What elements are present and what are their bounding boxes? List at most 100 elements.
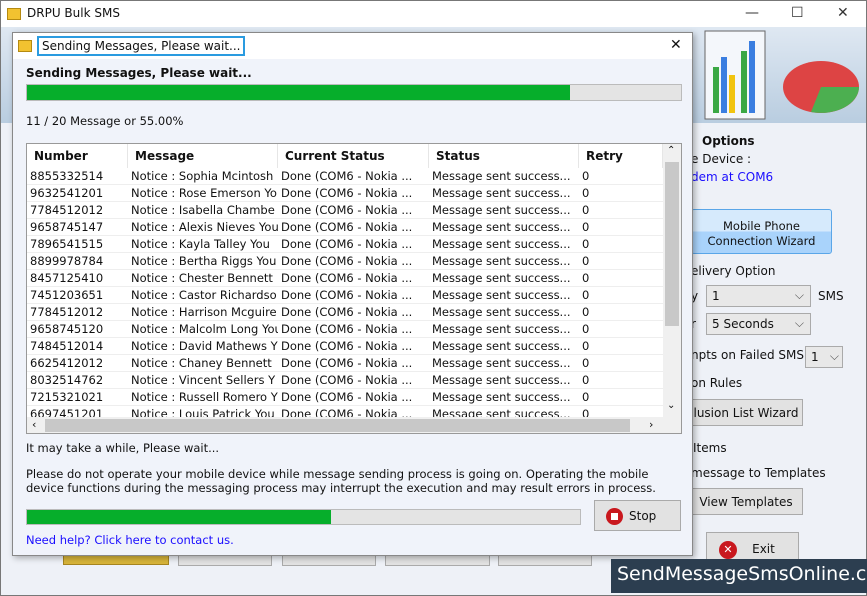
chevron-down-icon: ⌵ [794,316,804,330]
message-progress-bar [26,509,581,525]
table-row[interactable]: 8032514762 Notice : Vincent Sellers Y Done… [27,372,663,389]
cell-current-status: Done (COM6 - Nokia ... [281,305,413,319]
minimize-button[interactable]: — [745,5,759,21]
cell-retry: 0 [582,237,590,251]
cell-number: 8899978784 [30,254,104,268]
dialog-title: Sending Messages, Please wait... [37,36,246,56]
maximize-button[interactable]: ☐ [791,5,804,21]
cell-retry: 0 [582,322,590,336]
column-status[interactable]: Status [429,144,579,168]
delay-value: 5 Seconds [712,317,774,331]
cell-message: Notice : Bertha Riggs You [131,254,277,268]
view-templates-button[interactable]: View Templates [689,488,803,515]
column-message[interactable]: Message [128,144,278,168]
table-row[interactable]: 9658745120 Notice : Malcolm Long You Done … [27,321,663,338]
sms-count-select[interactable]: 1 ⌵ [706,285,811,307]
table-row[interactable]: 8899978784 Notice : Bertha Riggs You Done … [27,253,663,270]
table-row[interactable]: 7784512012 Notice : Isabella Chambe Done (… [27,202,663,219]
chevron-down-icon: ⌵ [829,349,839,363]
table-row[interactable]: 9658745147 Notice : Alexis Nieves You Done… [27,219,663,236]
cell-message: Notice : Kayla Talley You [131,237,270,251]
table-row[interactable]: 6625412012 Notice : Chaney Bennett Done (C… [27,355,663,372]
wizard-line-2: Connection Wizard [707,234,816,248]
cell-status: Message sent success... [432,203,571,217]
cell-status: Message sent success... [432,169,571,183]
cell-message: Notice : David Mathews Y [131,339,278,353]
chart-logo-icon [704,30,859,120]
scroll-left-icon[interactable]: ‹ [32,418,36,431]
horizontal-scroll-thumb[interactable] [45,419,630,432]
cell-status: Message sent success... [432,271,571,285]
exit-x-icon: ✕ [719,541,737,559]
cell-retry: 0 [582,271,590,285]
table-row[interactable]: 7896541515 Notice : Kayla Talley You Done … [27,236,663,253]
attempts-label: npts on Failed SMS [691,348,804,362]
dialog-heading: Sending Messages, Please wait... [26,66,252,80]
cell-status: Message sent success... [432,322,571,336]
table-row[interactable]: 7451203651 Notice : Castor Richardso Done … [27,287,663,304]
cell-current-status: Done (COM6 - Nokia ... [281,203,413,217]
cell-retry: 0 [582,169,590,183]
column-current-status[interactable]: Current Status [278,144,429,168]
help-link[interactable]: Need help? Click here to contact us. [26,533,234,547]
exit-label: Exit [752,542,775,556]
scroll-down-icon[interactable]: ⌄ [667,400,675,411]
table-row[interactable]: 7484512014 Notice : David Mathews Y Done (… [27,338,663,355]
table-row[interactable]: 8457125410 Notice : Chester Bennett Done (… [27,270,663,287]
table-row[interactable]: 9632541201 Notice : Rose Emerson Yo Done (… [27,185,663,202]
cell-number: 8457125410 [30,271,104,285]
overall-progress-bar [26,84,682,101]
delivery-option-label: elivery Option [691,264,776,278]
messages-table: Number Message Current Status Status Ret… [26,143,682,434]
horizontal-scrollbar[interactable]: ‹ › [27,417,681,433]
table-header: Number Message Current Status Status Ret… [27,144,663,168]
cell-status: Message sent success... [432,305,571,319]
dialog-icon [18,40,32,52]
app-title: DRPU Bulk SMS [27,6,120,20]
cell-number: 9658745120 [30,322,104,336]
cell-status: Message sent success... [432,186,571,200]
cell-message: Notice : Isabella Chambe [131,203,275,217]
scroll-right-icon[interactable]: › [649,418,653,431]
close-button[interactable]: ✕ [837,5,849,21]
delay-select[interactable]: 5 Seconds ⌵ [706,313,811,335]
table-row[interactable]: 8855332514 Notice : Sophia Mcintosh Done (… [27,168,663,185]
cell-current-status: Done (COM6 - Nokia ... [281,271,413,285]
cell-number: 9632541201 [30,186,104,200]
scroll-up-icon[interactable]: ⌃ [667,145,675,156]
column-number[interactable]: Number [27,144,128,168]
cell-current-status: Done (COM6 - Nokia ... [281,169,413,183]
stop-button[interactable]: Stop [594,500,681,531]
cell-message: Notice : Sophia Mcintosh [131,169,274,183]
table-row[interactable]: 7215321021 Notice : Russell Romero Y Done … [27,389,663,406]
column-retry[interactable]: Retry [579,144,663,168]
cell-retry: 0 [582,288,590,302]
rules-label: on Rules [691,376,743,390]
cell-status: Message sent success... [432,220,571,234]
cell-number: 7784512012 [30,305,104,319]
attempts-select[interactable]: 1 ⌵ [805,346,843,368]
cell-current-status: Done (COM6 - Nokia ... [281,220,413,234]
cell-message: Notice : Castor Richardso [131,288,277,302]
cell-number: 9658745147 [30,220,104,234]
sms-count-value: 1 [712,289,720,303]
table-row[interactable]: 7784512012 Notice : Harrison Mcguire Done … [27,304,663,321]
cell-number: 7451203651 [30,288,104,302]
cell-number: 6625412012 [30,356,104,370]
cell-current-status: Done (COM6 - Nokia ... [281,237,413,251]
cell-retry: 0 [582,373,590,387]
dialog-close-button[interactable]: ✕ [670,37,682,53]
right-options-panel: Options e Device : dem at COM6 Mobile Ph… [689,131,867,561]
vertical-scroll-thumb[interactable] [665,162,679,326]
mobile-phone-connection-wizard-button[interactable]: Mobile Phone Connection Wizard [691,209,832,254]
cell-number: 8032514762 [30,373,104,387]
app-icon [7,8,21,20]
exclusion-list-wizard-button[interactable]: lusion List Wizard [689,399,803,426]
vertical-scrollbar[interactable]: ⌃ ⌄ [663,144,681,417]
cell-status: Message sent success... [432,356,571,370]
cell-retry: 0 [582,305,590,319]
options-label: Options [702,134,755,148]
cell-message: Notice : Alexis Nieves You [131,220,278,234]
overall-progress-fill [27,85,570,100]
cell-retry: 0 [582,390,590,404]
